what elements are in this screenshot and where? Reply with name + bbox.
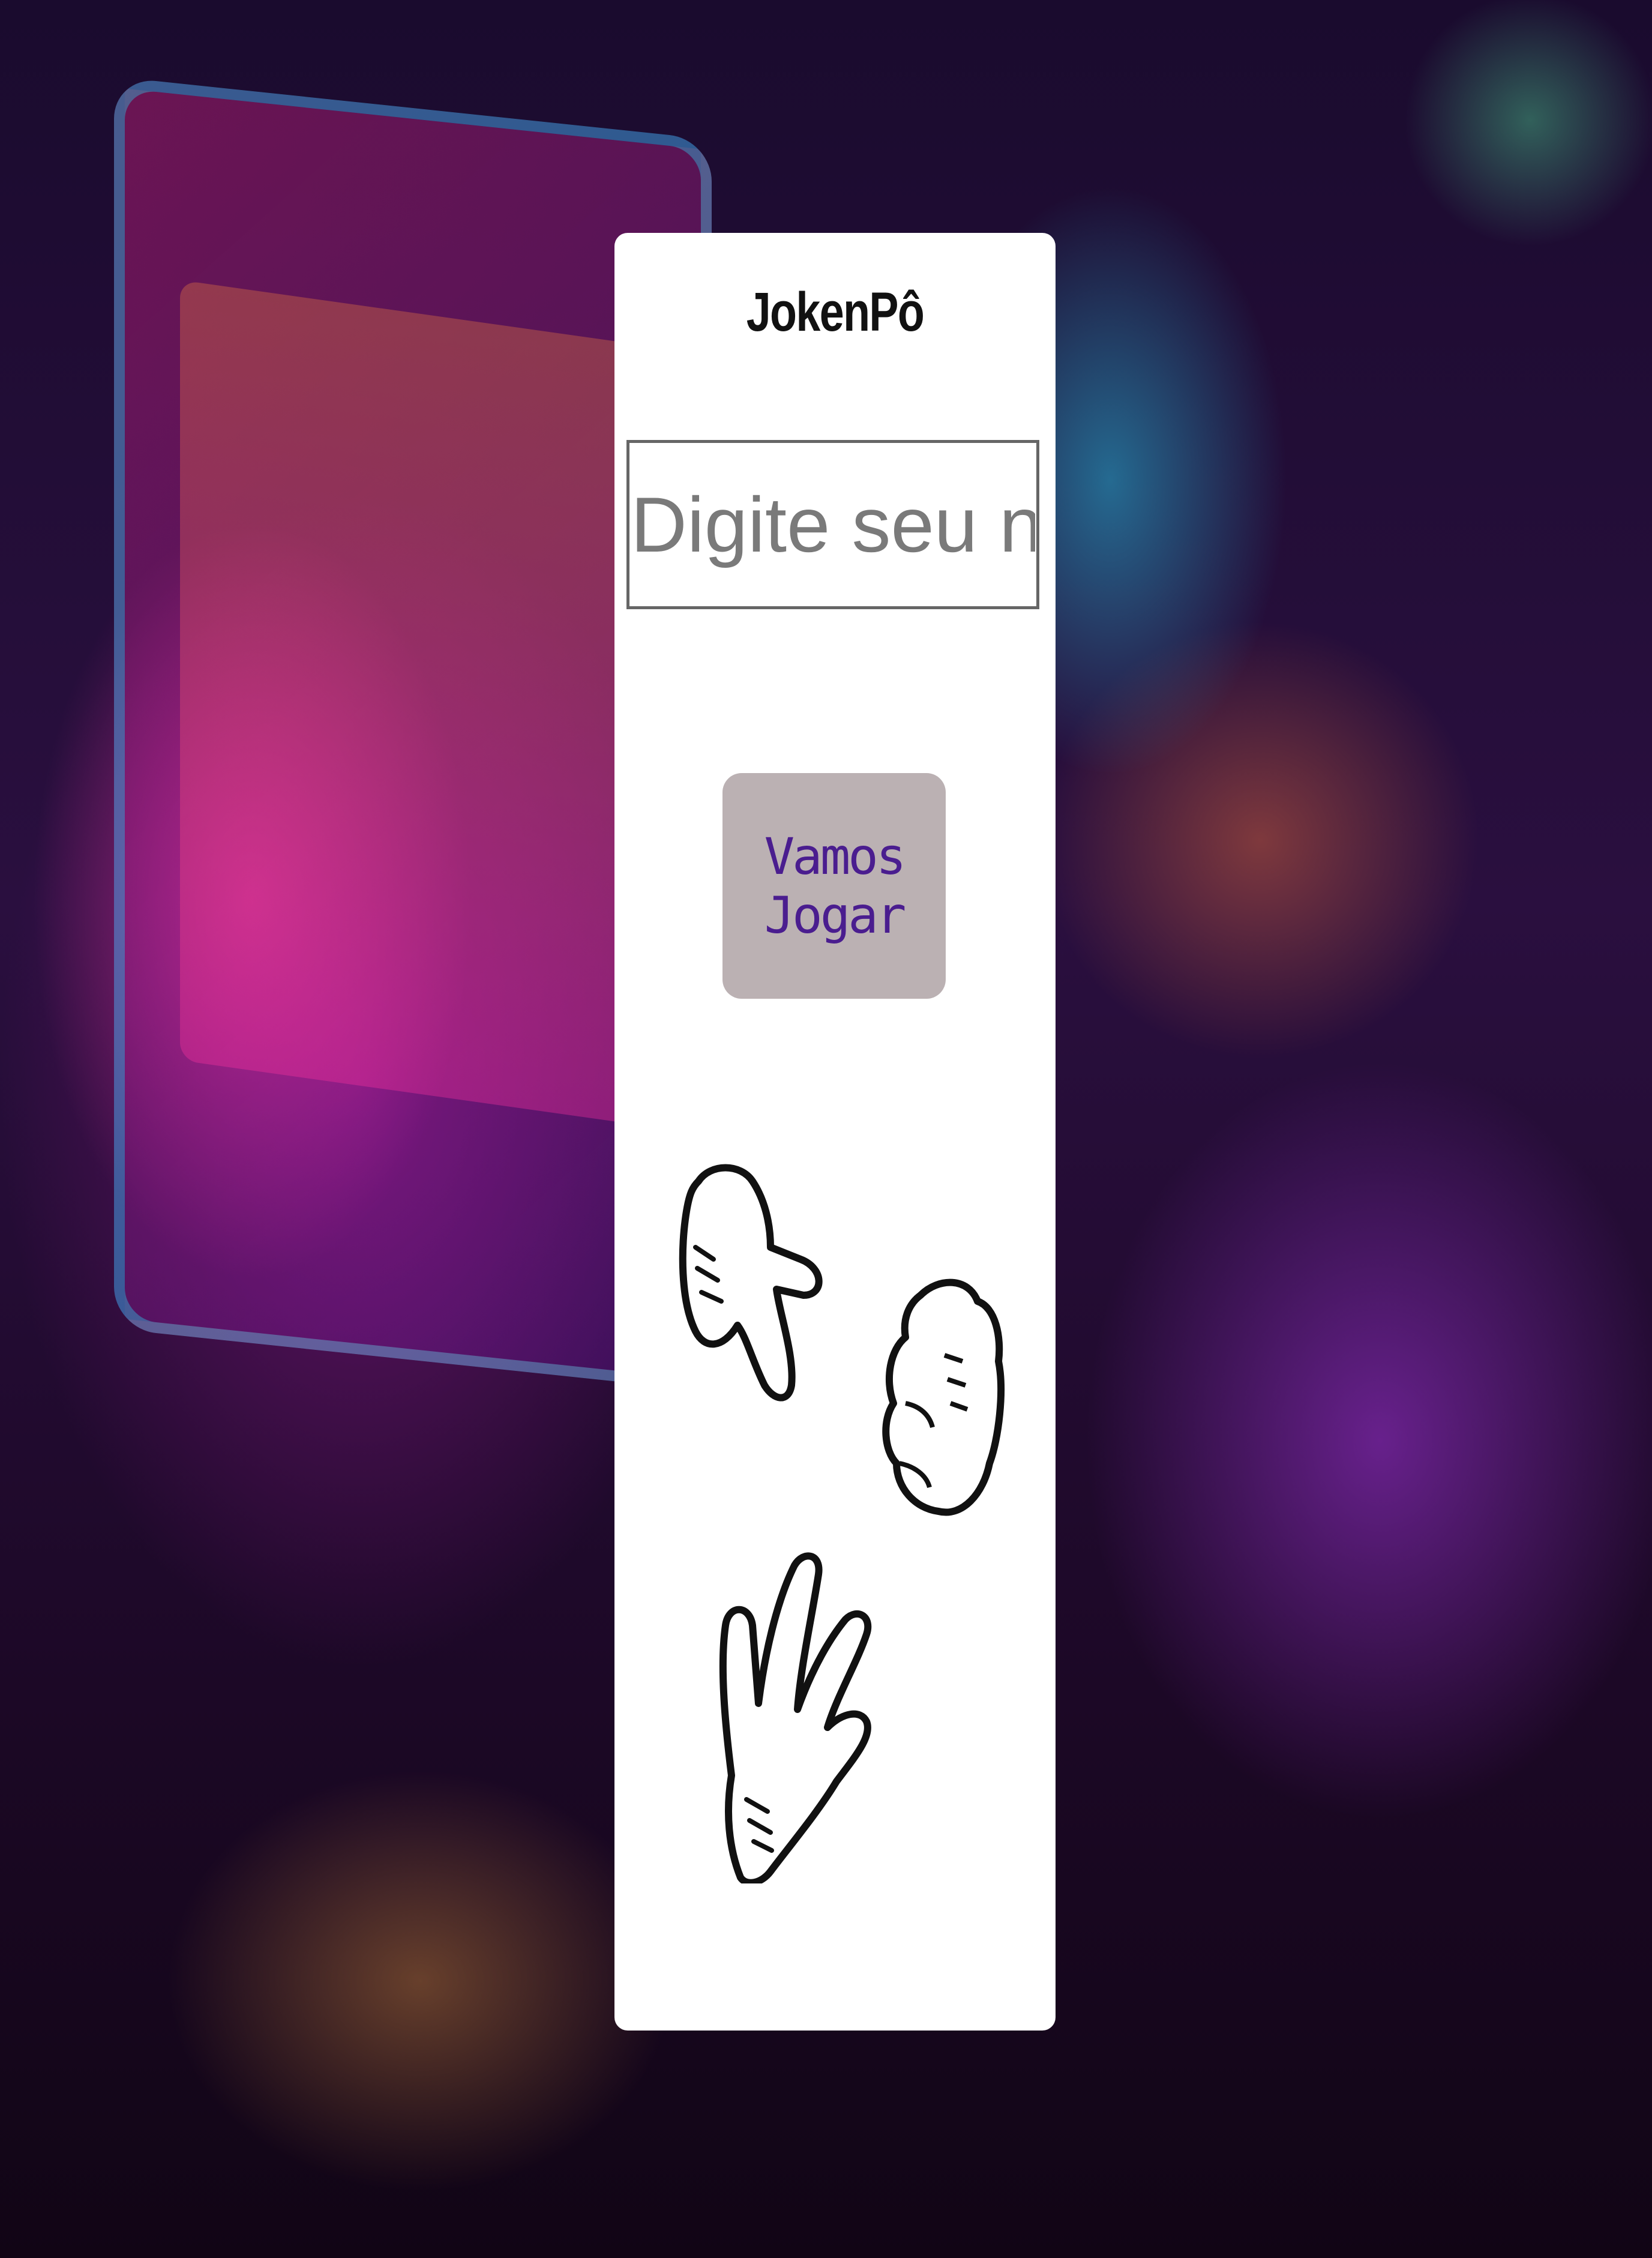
paper-hand-icon[interactable] xyxy=(716,1547,879,1883)
slot-reels-image xyxy=(180,280,636,1125)
scissors-hand-icon[interactable] xyxy=(674,1157,831,1445)
play-button[interactable]: Vamos Jogar xyxy=(722,773,946,999)
player-name-input[interactable] xyxy=(626,440,1039,609)
game-card: JokenPô Vamos Jogar xyxy=(614,233,1056,2031)
rock-fist-icon[interactable] xyxy=(879,1271,1011,1523)
page-title: JokenPô xyxy=(746,281,925,343)
